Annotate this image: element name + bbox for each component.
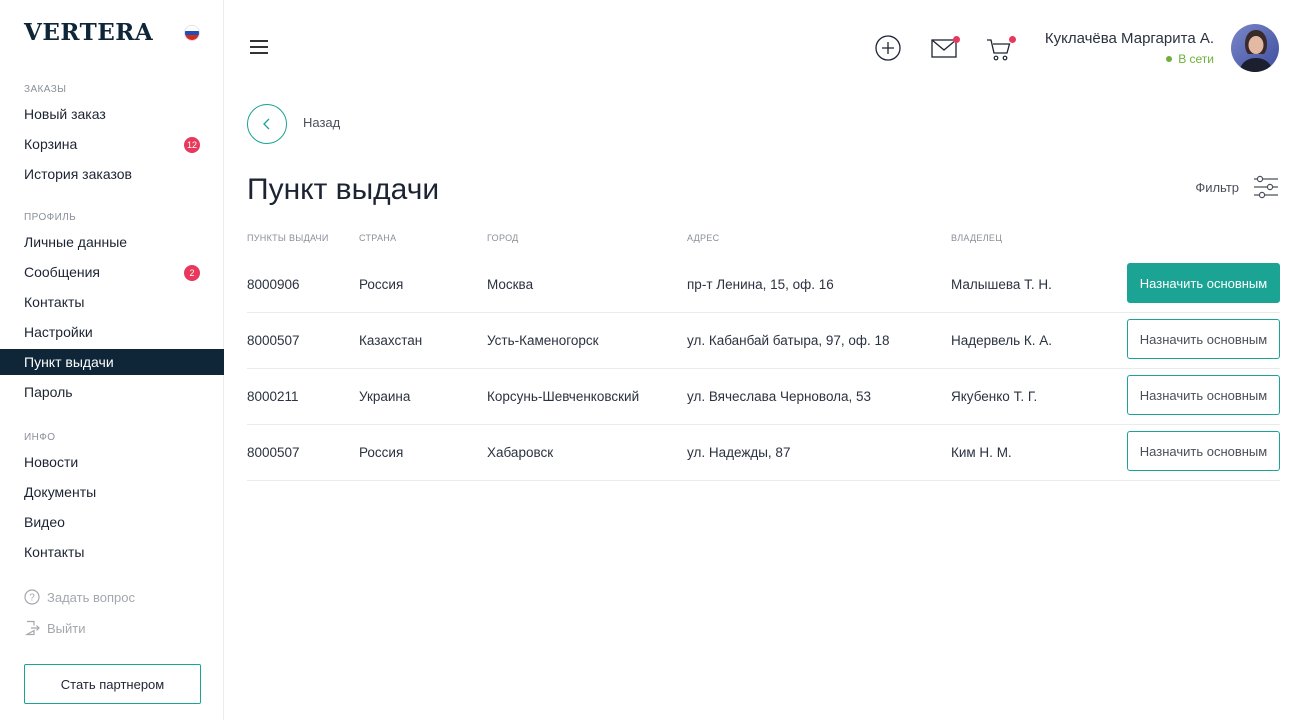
sidebar-item-video[interactable]: Видео [0, 509, 224, 535]
address-cell: ул. Кабанбай батыра, 97, оф. 18 [687, 333, 890, 348]
sidebar-item-settings[interactable]: Настройки [0, 319, 224, 345]
user-name[interactable]: Куклачёва Маргарита А. [1045, 30, 1214, 47]
sidebar-item-info-contacts[interactable]: Контакты [0, 539, 224, 565]
column-header-owner: ВЛАДЕЛЕЦ [951, 233, 1003, 243]
pickup-point-id: 8000507 [247, 333, 300, 348]
chevron-left-icon [263, 118, 270, 130]
sidebar-item-label: Новый заказ [24, 106, 106, 122]
sidebar-item-messages[interactable]: Сообщения 2 [0, 259, 224, 285]
address-cell: ул. Надежды, 87 [687, 445, 791, 460]
svg-text:?: ? [29, 593, 35, 604]
sidebar-item-label: История заказов [24, 166, 132, 182]
table-row: 8000507 Казахстан Усть-Каменогорск ул. К… [247, 313, 1280, 369]
country-cell: Россия [359, 445, 404, 460]
column-header-address: АДРЕС [687, 233, 720, 243]
avatar[interactable] [1231, 24, 1279, 72]
pickup-point-id: 8000507 [247, 445, 300, 460]
sidebar-item-personal-data[interactable]: Личные данные [0, 229, 224, 255]
address-cell: пр-т Ленина, 15, оф. 16 [687, 277, 834, 292]
city-cell: Усть-Каменогорск [487, 333, 599, 348]
pickup-point-id: 8000211 [247, 389, 299, 404]
table-row: 8000906 Россия Москва пр-т Ленина, 15, о… [247, 257, 1280, 313]
russian-flag-icon[interactable] [184, 25, 200, 41]
ask-question-label: Задать вопрос [47, 589, 135, 605]
cart-notification-dot [1009, 36, 1016, 43]
sidebar-item-contacts[interactable]: Контакты [0, 289, 224, 315]
set-primary-button[interactable]: Назначить основным [1127, 431, 1280, 471]
section-label-orders: ЗАКАЗЫ [24, 84, 67, 95]
cart-count-badge: 12 [184, 137, 200, 153]
add-circle-icon[interactable] [875, 35, 901, 61]
messages-count-badge: 2 [184, 265, 200, 281]
filter-sliders-icon [1254, 175, 1278, 199]
section-label-info: ИНФО [24, 432, 56, 443]
question-icon: ? [24, 589, 40, 605]
country-cell: Казахстан [359, 333, 423, 348]
ask-question-link[interactable]: ? Задать вопрос [24, 589, 135, 605]
back-button[interactable] [247, 104, 287, 144]
back-link[interactable]: Назад [303, 115, 340, 130]
sidebar-item-label: Пароль [24, 384, 73, 400]
set-primary-button[interactable]: Назначить основным [1127, 375, 1280, 415]
set-primary-button[interactable]: Назначить основным [1127, 319, 1280, 359]
city-cell: Корсунь-Шевченковский [487, 389, 640, 404]
sidebar-item-label: Новости [24, 454, 79, 470]
filter-label: Фильтр [1195, 179, 1239, 195]
logout-label: Выйти [47, 620, 86, 636]
become-partner-button[interactable]: Стать партнером [24, 664, 201, 704]
page-title: Пункт выдачи [247, 173, 440, 206]
address-cell: ул. Вячеслава Черновола, 53 [687, 389, 872, 404]
mail-button[interactable] [931, 36, 961, 60]
sidebar-item-label: Видео [24, 514, 65, 530]
column-header-country: СТРАНА [359, 233, 397, 243]
vertera-logo[interactable]: VERTERA [24, 19, 153, 46]
sidebar-item-label: Контакты [24, 294, 85, 310]
sidebar-item-news[interactable]: Новости [0, 449, 224, 475]
sidebar-item-password[interactable]: Пароль [0, 379, 224, 405]
sidebar-item-label: Документы [24, 484, 97, 500]
city-cell: Хабаровск [487, 445, 554, 460]
sidebar-item-order-history[interactable]: История заказов [0, 161, 224, 187]
logout-link[interactable]: Выйти [24, 620, 86, 636]
sidebar-item-label: Корзина [24, 136, 78, 152]
sidebar-item-cart[interactable]: Корзина 12 [0, 131, 224, 157]
section-label-profile: ПРОФИЛЬ [24, 212, 77, 223]
owner-cell: Ким Н. М. [951, 445, 1012, 460]
sidebar-item-label: Пункт выдачи [24, 354, 114, 370]
sidebar-item-documents[interactable]: Документы [0, 479, 224, 505]
sidebar-item-label: Настройки [24, 324, 93, 340]
pickup-point-id: 8000906 [247, 277, 300, 292]
logout-icon [24, 620, 40, 636]
owner-cell: Якубенко Т. Г. [951, 389, 1038, 404]
sidebar-item-label: Личные данные [24, 234, 128, 250]
column-header-city: ГОРОД [487, 233, 519, 243]
sidebar-item-new-order[interactable]: Новый заказ [0, 101, 224, 127]
owner-cell: Малышева Т. Н. [951, 277, 1052, 292]
sidebar-item-label: Сообщения [24, 264, 100, 280]
cart-button[interactable] [986, 36, 1016, 62]
mail-notification-dot [953, 36, 960, 43]
cart-icon [987, 39, 1011, 61]
country-cell: Украина [359, 389, 411, 404]
table-row: 8000211 Украина Корсунь-Шевченковский ул… [247, 369, 1280, 425]
table-header: ПУНКТЫ ВЫДАЧИ СТРАНА ГОРОД АДРЕС ВЛАДЕЛЕ… [247, 233, 1280, 245]
sidebar: VERTERA ЗАКАЗЫ Новый заказ Корзина 12 Ист… [0, 0, 224, 720]
sidebar-item-pickup-point[interactable]: Пункт выдачи [0, 349, 224, 375]
set-primary-button[interactable]: Назначить основным [1127, 263, 1280, 303]
sidebar-item-label: Контакты [24, 544, 85, 560]
menu-icon[interactable] [250, 40, 268, 56]
user-online-status: В сети [1166, 52, 1214, 66]
table-row: 8000507 Россия Хабаровск ул. Надежды, 87… [247, 425, 1280, 481]
column-header-pickup-points: ПУНКТЫ ВЫДАЧИ [247, 233, 329, 243]
country-cell: Россия [359, 277, 404, 292]
city-cell: Москва [487, 277, 534, 292]
filter-button[interactable]: Фильтр [1195, 174, 1279, 200]
owner-cell: Надервель К. А. [951, 333, 1053, 348]
